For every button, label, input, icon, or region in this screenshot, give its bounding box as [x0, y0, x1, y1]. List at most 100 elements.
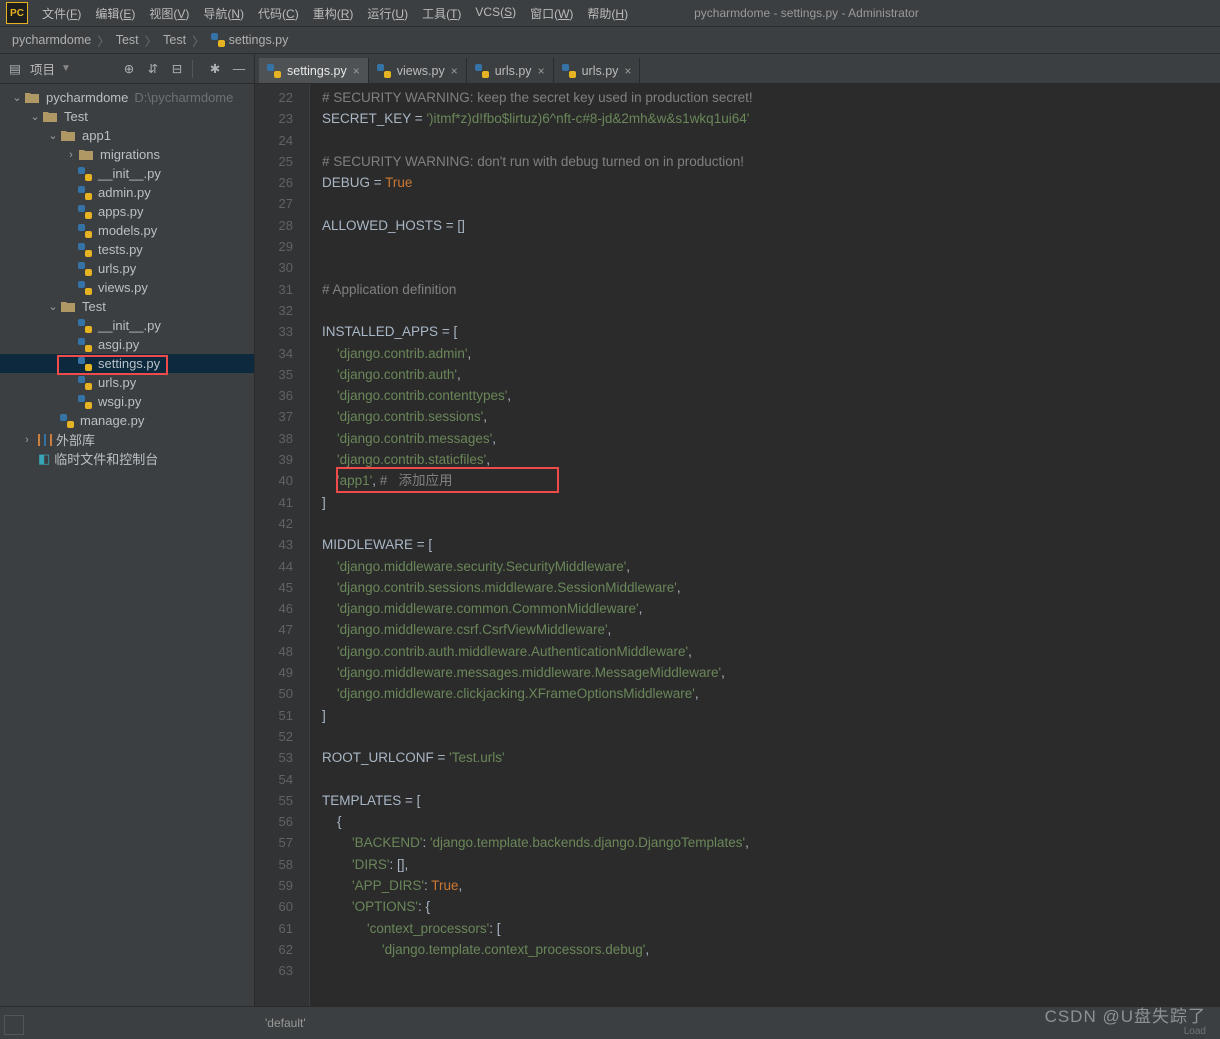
- line-number[interactable]: 50: [255, 683, 293, 704]
- hide-icon[interactable]: —: [230, 60, 248, 78]
- close-icon[interactable]: ×: [624, 64, 631, 78]
- line-number[interactable]: 35: [255, 364, 293, 385]
- code-line[interactable]: 'django.middleware.common.CommonMiddlewa…: [310, 598, 1220, 619]
- project-view-icon[interactable]: ▤: [6, 60, 24, 78]
- line-number[interactable]: 43: [255, 534, 293, 555]
- code-line[interactable]: TEMPLATES = [: [310, 790, 1220, 811]
- line-number[interactable]: 54: [255, 769, 293, 790]
- menu-u[interactable]: 运行(U): [361, 2, 414, 25]
- line-number[interactable]: 33: [255, 321, 293, 342]
- tree-row-__init__py[interactable]: __init__.py: [0, 316, 254, 335]
- line-number[interactable]: 39: [255, 449, 293, 470]
- breadcrumb-item[interactable]: Test: [159, 33, 190, 47]
- line-number[interactable]: 53: [255, 747, 293, 768]
- code-line[interactable]: 'context_processors': [: [310, 918, 1220, 939]
- toggle-icon[interactable]: ⌄: [10, 91, 24, 104]
- tree-row-urlspy[interactable]: urls.py: [0, 373, 254, 392]
- line-number[interactable]: 46: [255, 598, 293, 619]
- tool-window-icon[interactable]: [4, 1015, 24, 1035]
- menu-e[interactable]: 编辑(E): [89, 2, 141, 25]
- code-line[interactable]: ROOT_URLCONF = 'Test.urls': [310, 747, 1220, 768]
- code-line[interactable]: ]: [310, 492, 1220, 513]
- line-number[interactable]: 59: [255, 875, 293, 896]
- code-line[interactable]: ]: [310, 705, 1220, 726]
- tree-row-migrations[interactable]: ›migrations: [0, 145, 254, 164]
- target-icon[interactable]: ⊕: [120, 60, 138, 78]
- code-line[interactable]: 'django.contrib.auth.middleware.Authenti…: [310, 641, 1220, 662]
- code-line[interactable]: [310, 236, 1220, 257]
- line-number[interactable]: 55: [255, 790, 293, 811]
- dropdown-icon[interactable]: ▼: [61, 63, 71, 74]
- code-line[interactable]: [310, 130, 1220, 151]
- line-number[interactable]: 27: [255, 193, 293, 214]
- toggle-icon[interactable]: ⌄: [46, 300, 60, 313]
- tree-row-pycharmdome[interactable]: ⌄pycharmdomeD:\pycharmdome: [0, 88, 254, 107]
- menu-h[interactable]: 帮助(H): [581, 2, 634, 25]
- menu-r[interactable]: 重构(R): [307, 2, 360, 25]
- tree-row-viewspy[interactable]: views.py: [0, 278, 254, 297]
- gutter[interactable]: 2223242526272829303132333435363738394041…: [255, 84, 310, 1006]
- code-line[interactable]: [310, 300, 1220, 321]
- line-number[interactable]: 58: [255, 854, 293, 875]
- tree-row-appspy[interactable]: apps.py: [0, 202, 254, 221]
- code-line[interactable]: 'django.middleware.messages.middleware.M…: [310, 662, 1220, 683]
- line-number[interactable]: 25: [255, 151, 293, 172]
- tree-row-testspy[interactable]: tests.py: [0, 240, 254, 259]
- editor-tab[interactable]: views.py×: [369, 58, 467, 83]
- line-number[interactable]: 40: [255, 470, 293, 491]
- breadcrumb-item[interactable]: settings.py: [207, 33, 293, 47]
- code-line[interactable]: 'django.contrib.messages',: [310, 428, 1220, 449]
- code-line[interactable]: 'django.contrib.sessions.middleware.Sess…: [310, 577, 1220, 598]
- line-number[interactable]: 41: [255, 492, 293, 513]
- editor-tab[interactable]: urls.py×: [554, 58, 641, 83]
- code-line[interactable]: ALLOWED_HOSTS = []: [310, 215, 1220, 236]
- tree-row-Test[interactable]: ⌄Test: [0, 107, 254, 126]
- line-number[interactable]: 34: [255, 343, 293, 364]
- tree-row-urlspy[interactable]: urls.py: [0, 259, 254, 278]
- menu-f[interactable]: 文件(F): [36, 2, 87, 25]
- line-number[interactable]: 51: [255, 705, 293, 726]
- tree-row-Test[interactable]: ⌄Test: [0, 297, 254, 316]
- close-icon[interactable]: ×: [538, 64, 545, 78]
- code-line[interactable]: 'django.contrib.sessions',: [310, 406, 1220, 427]
- code-line[interactable]: [310, 193, 1220, 214]
- tree-row-asgipy[interactable]: asgi.py: [0, 335, 254, 354]
- code-line[interactable]: 'django.template.context_processors.debu…: [310, 939, 1220, 960]
- tree-row-wsgipy[interactable]: wsgi.py: [0, 392, 254, 411]
- code-line[interactable]: SECRET_KEY = ')itmf*z)d!fbo$lirtuz)6^nft…: [310, 108, 1220, 129]
- line-number[interactable]: 60: [255, 896, 293, 917]
- toggle-icon[interactable]: ⌄: [46, 129, 60, 142]
- line-number[interactable]: 32: [255, 300, 293, 321]
- code-line[interactable]: 'django.middleware.security.SecurityMidd…: [310, 556, 1220, 577]
- code-line[interactable]: 'BACKEND': 'django.template.backends.dja…: [310, 832, 1220, 853]
- tree-row-modelspy[interactable]: models.py: [0, 221, 254, 240]
- code-line[interactable]: [310, 257, 1220, 278]
- menu-t[interactable]: 工具(T): [416, 2, 467, 25]
- expand-icon[interactable]: ⇵: [144, 60, 162, 78]
- code-line[interactable]: {: [310, 811, 1220, 832]
- tree-row-app1[interactable]: ⌄app1: [0, 126, 254, 145]
- code-line[interactable]: 'django.contrib.auth',: [310, 364, 1220, 385]
- editor-tab[interactable]: urls.py×: [467, 58, 554, 83]
- scratches[interactable]: ◧ 临时文件和控制台: [0, 449, 254, 468]
- code-line[interactable]: [310, 769, 1220, 790]
- line-number[interactable]: 48: [255, 641, 293, 662]
- code-editor[interactable]: # SECURITY WARNING: keep the secret key …: [310, 84, 1220, 1006]
- line-number[interactable]: 29: [255, 236, 293, 257]
- line-number[interactable]: 63: [255, 960, 293, 981]
- code-line[interactable]: [310, 513, 1220, 534]
- settings-icon[interactable]: ✱: [206, 60, 224, 78]
- code-line[interactable]: DEBUG = True: [310, 172, 1220, 193]
- line-number[interactable]: 57: [255, 832, 293, 853]
- line-number[interactable]: 28: [255, 215, 293, 236]
- code-line[interactable]: # SECURITY WARNING: keep the secret key …: [310, 87, 1220, 108]
- code-line[interactable]: 'app1', # 添加应用: [310, 470, 1220, 491]
- code-line[interactable]: 'django.contrib.admin',: [310, 343, 1220, 364]
- line-number[interactable]: 49: [255, 662, 293, 683]
- toggle-icon[interactable]: ⌄: [28, 110, 42, 123]
- menu-c[interactable]: 代码(C): [252, 2, 305, 25]
- code-line[interactable]: [310, 960, 1220, 981]
- toggle-icon[interactable]: ›: [64, 149, 78, 161]
- code-line[interactable]: 'django.contrib.staticfiles',: [310, 449, 1220, 470]
- tree-row-settingspy[interactable]: settings.py: [0, 354, 254, 373]
